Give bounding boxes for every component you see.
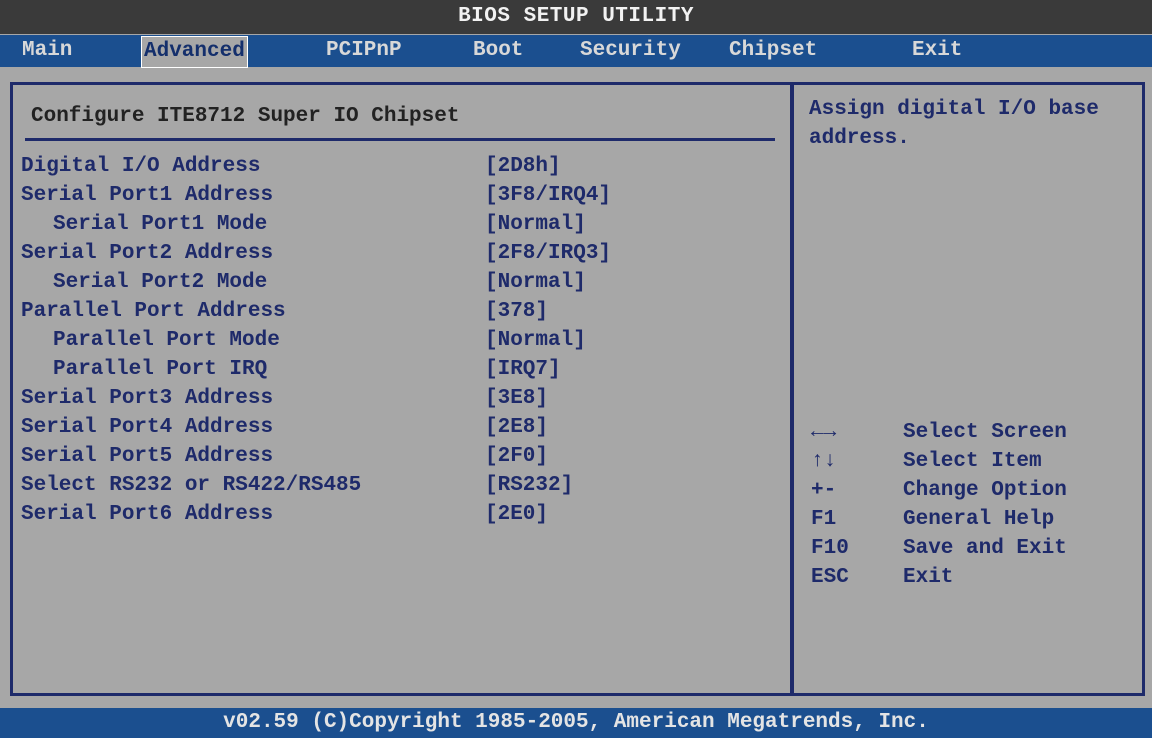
key-hint: F10 Save and Exit [811, 537, 1131, 566]
setting-value[interactable]: [2D8h] [485, 155, 561, 178]
setting-value[interactable]: [Normal] [485, 271, 586, 294]
key-hint: ←→ Select Screen [811, 421, 1131, 450]
copyright-footer: v02.59 (C)Copyright 1985-2005, American … [0, 708, 1152, 738]
setting-value[interactable]: [RS232] [485, 474, 573, 497]
key-desc: General Help [903, 508, 1055, 531]
tab-exit[interactable]: Exit [910, 36, 964, 66]
setting-label: Parallel Port Mode [53, 329, 280, 352]
setting-row[interactable]: Serial Port1 Address [3F8/IRQ4] [13, 184, 773, 213]
setting-value[interactable]: [IRQ7] [485, 358, 561, 381]
tab-advanced[interactable]: Advanced [141, 36, 248, 68]
key-desc: Change Option [903, 479, 1067, 502]
setting-label: Select RS232 or RS422/RS485 [21, 474, 362, 497]
setting-value[interactable]: [2F8/IRQ3] [485, 242, 611, 265]
setting-value[interactable]: [Normal] [485, 213, 586, 236]
setting-row[interactable]: Serial Port2 Mode [Normal] [13, 271, 773, 300]
setting-row[interactable]: Serial Port5 Address [2F0] [13, 445, 773, 474]
tab-chipset[interactable]: Chipset [727, 36, 819, 66]
arrows-lr-icon: ←→ [811, 421, 837, 444]
key-hint: ↑↓ Select Item [811, 450, 1131, 479]
menu-bar: Main Advanced PCIPnP Boot Security Chips… [0, 35, 1152, 68]
key-hint: ESC Exit [811, 566, 1131, 595]
help-text: Assign digital I/O base address. [809, 98, 1099, 150]
key-desc: Select Item [903, 450, 1042, 473]
setting-row[interactable]: Serial Port1 Mode [Normal] [13, 213, 773, 242]
setting-value[interactable]: [378] [485, 300, 548, 323]
key-hint: +- Change Option [811, 479, 1131, 508]
setting-value[interactable]: [Normal] [485, 329, 586, 352]
setting-row[interactable]: Serial Port6 Address [2E0] [13, 503, 773, 532]
setting-row[interactable]: Serial Port2 Address [2F8/IRQ3] [13, 242, 773, 271]
plus-minus-key: +- [811, 479, 837, 502]
setting-row[interactable]: Parallel Port Mode [Normal] [13, 329, 773, 358]
window-title: BIOS SETUP UTILITY [0, 0, 1152, 34]
setting-label: Serial Port2 Mode [53, 271, 268, 294]
tab-security[interactable]: Security [578, 36, 683, 66]
arrows-ud-icon: ↑↓ [811, 450, 837, 473]
section-divider [25, 138, 775, 141]
tab-pcipnp[interactable]: PCIPnP [324, 36, 404, 66]
setting-label: Serial Port3 Address [21, 387, 274, 410]
help-panel: Assign digital I/O base address. ←→ Sele… [790, 82, 1145, 696]
setting-label: Digital I/O Address [21, 155, 261, 178]
tab-boot[interactable]: Boot [471, 36, 525, 66]
setting-row[interactable]: Select RS232 or RS422/RS485 [RS232] [13, 474, 773, 503]
key-hint: F1 General Help [811, 508, 1131, 537]
setting-value[interactable]: [2F0] [485, 445, 548, 468]
setting-row[interactable]: Parallel Port IRQ [IRQ7] [13, 358, 773, 387]
f10-key: F10 [811, 537, 849, 560]
setting-label: Parallel Port Address [21, 300, 286, 323]
tab-main[interactable]: Main [20, 36, 74, 66]
key-desc: Select Screen [903, 421, 1067, 444]
setting-label: Serial Port1 Mode [53, 213, 268, 236]
setting-label: Serial Port4 Address [21, 416, 274, 439]
setting-value[interactable]: [2E0] [485, 503, 548, 526]
setting-row[interactable]: Parallel Port Address [378] [13, 300, 773, 329]
setting-label: Serial Port2 Address [21, 242, 274, 265]
setting-label: Parallel Port IRQ [53, 358, 268, 381]
setting-row[interactable]: Digital I/O Address [2D8h] [13, 155, 773, 184]
setting-value[interactable]: [3E8] [485, 387, 548, 410]
key-desc: Exit [903, 566, 954, 589]
setting-label: Serial Port6 Address [21, 503, 274, 526]
settings-panel: Configure ITE8712 Super IO Chipset Digit… [10, 82, 794, 696]
section-title: Configure ITE8712 Super IO Chipset [31, 105, 460, 128]
f1-key: F1 [811, 508, 837, 531]
setting-row[interactable]: Serial Port4 Address [2E8] [13, 416, 773, 445]
setting-row[interactable]: Serial Port3 Address [3E8] [13, 387, 773, 416]
key-desc: Save and Exit [903, 537, 1067, 560]
setting-value[interactable]: [2E8] [485, 416, 548, 439]
setting-label: Serial Port1 Address [21, 184, 274, 207]
setting-value[interactable]: [3F8/IRQ4] [485, 184, 611, 207]
setting-label: Serial Port5 Address [21, 445, 274, 468]
esc-key: ESC [811, 566, 849, 589]
